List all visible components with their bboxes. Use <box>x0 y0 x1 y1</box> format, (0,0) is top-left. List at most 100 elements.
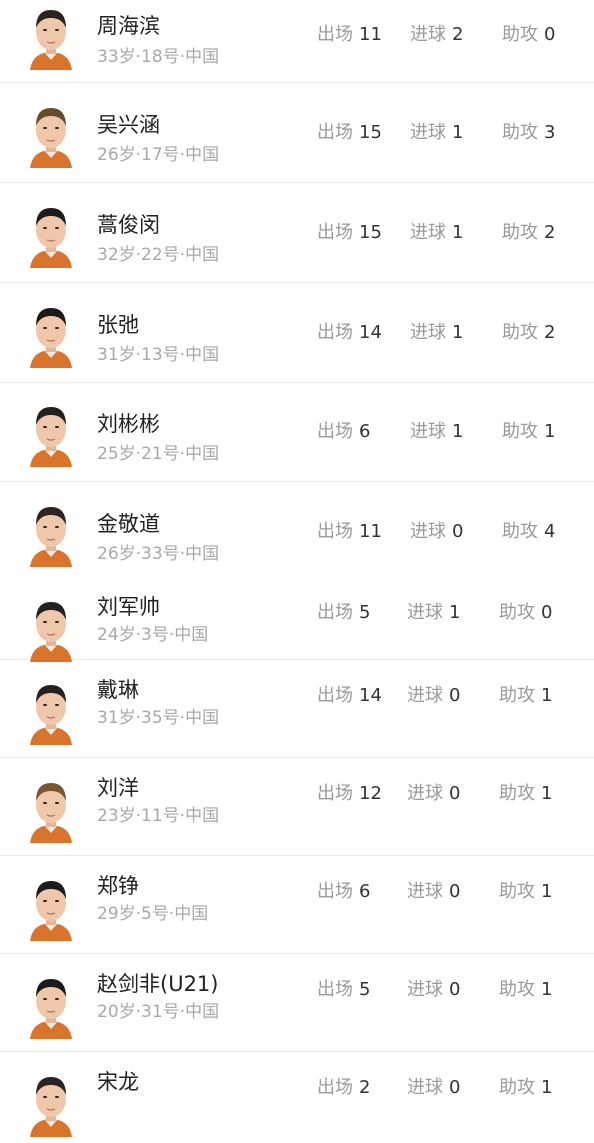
stat-value: 1 <box>452 421 464 442</box>
stat-value: 3 <box>544 122 556 143</box>
appearances-stat: 出场 14 <box>317 681 382 707</box>
stat-label: 出场 <box>317 783 353 804</box>
player-row[interactable]: 宋龙 出场 2 进球 0 助攻 1 <box>0 1053 594 1143</box>
player-avatar <box>26 497 76 567</box>
stat-value: 12 <box>359 783 382 804</box>
stat-value: 5 <box>359 602 371 623</box>
player-meta: 20岁·31号·中国 <box>97 1002 220 1022</box>
stat-label: 出场 <box>317 1077 353 1098</box>
assists-stat: 助攻 1 <box>499 681 552 707</box>
assists-stat: 助攻 1 <box>502 417 555 443</box>
player-name: 郑铮 <box>97 874 139 898</box>
player-avatar <box>26 773 76 843</box>
stat-value: 1 <box>452 322 464 343</box>
player-row[interactable]: 刘军帅 24岁·3号·中国 出场 5 进球 1 助攻 0 <box>0 578 594 662</box>
player-row[interactable]: 刘彬彬 25岁·21号·中国 出场 6 进球 1 助攻 1 <box>0 383 594 482</box>
player-row[interactable]: 戴琳 31岁·35号·中国 出场 14 进球 0 助攻 1 <box>0 661 594 758</box>
stat-label: 助攻 <box>499 881 535 902</box>
stat-value: 1 <box>541 881 553 902</box>
player-name: 周海滨 <box>97 14 160 38</box>
assists-stat: 助攻 1 <box>499 1073 552 1099</box>
stat-label: 出场 <box>317 222 353 243</box>
player-meta: 31岁·13号·中国 <box>97 345 220 365</box>
stat-value: 0 <box>449 1077 461 1098</box>
stat-value: 2 <box>544 222 556 243</box>
stat-label: 进球 <box>410 222 446 243</box>
player-avatar <box>26 0 76 70</box>
assists-stat: 助攻 2 <box>502 318 555 344</box>
player-name: 宋龙 <box>97 1070 139 1094</box>
player-meta: 32岁·22号·中国 <box>97 245 220 265</box>
player-name: 刘军帅 <box>97 595 160 619</box>
player-meta: 31岁·35号·中国 <box>97 708 220 728</box>
stat-value: 14 <box>359 322 382 343</box>
stat-value: 1 <box>541 685 553 706</box>
goals-stat: 进球 0 <box>407 1073 460 1099</box>
assists-stat: 助攻 0 <box>499 598 552 624</box>
stat-label: 出场 <box>317 421 353 442</box>
player-row[interactable]: 刘洋 23岁·11号·中国 出场 12 进球 0 助攻 1 <box>0 759 594 856</box>
appearances-stat: 出场 11 <box>317 517 382 543</box>
stat-value: 1 <box>544 421 556 442</box>
player-row[interactable]: 周海滨 33岁·18号·中国 出场 11 进球 2 助攻 0 <box>0 0 594 83</box>
player-row[interactable]: 郑铮 29岁·5号·中国 出场 6 进球 0 助攻 1 <box>0 857 594 954</box>
stat-label: 进球 <box>407 783 443 804</box>
stat-value: 0 <box>449 685 461 706</box>
player-avatar <box>26 397 76 467</box>
goals-stat: 进球 1 <box>410 417 463 443</box>
player-name: 刘彬彬 <box>97 412 160 436</box>
stat-value: 11 <box>359 24 382 45</box>
player-name: 赵剑非(U21) <box>97 972 219 996</box>
appearances-stat: 出场 6 <box>317 877 370 903</box>
stat-label: 助攻 <box>499 685 535 706</box>
player-avatar <box>26 871 76 941</box>
player-row[interactable]: 金敬道 26岁·33号·中国 出场 11 进球 0 助攻 4 <box>0 483 594 577</box>
goals-stat: 进球 1 <box>407 598 460 624</box>
stat-value: 0 <box>449 783 461 804</box>
goals-stat: 进球 2 <box>410 20 463 46</box>
stat-value: 0 <box>544 24 556 45</box>
player-meta: 29岁·5号·中国 <box>97 904 209 924</box>
stat-label: 出场 <box>317 24 353 45</box>
stat-value: 4 <box>544 521 556 542</box>
stat-label: 进球 <box>407 881 443 902</box>
stat-value: 1 <box>541 979 553 1000</box>
stat-label: 出场 <box>317 521 353 542</box>
stat-label: 助攻 <box>502 24 538 45</box>
stat-value: 2 <box>544 322 556 343</box>
stat-label: 助攻 <box>502 322 538 343</box>
player-meta: 24岁·3号·中国 <box>97 625 209 645</box>
stat-label: 助攻 <box>499 783 535 804</box>
assists-stat: 助攻 1 <box>499 877 552 903</box>
stat-value: 6 <box>359 881 371 902</box>
player-avatar <box>26 1067 76 1137</box>
goals-stat: 进球 0 <box>410 517 463 543</box>
stat-value: 1 <box>452 222 464 243</box>
stat-label: 进球 <box>407 1077 443 1098</box>
player-row[interactable]: 蒿俊闵 32岁·22号·中国 出场 15 进球 1 助攻 2 <box>0 184 594 283</box>
assists-stat: 助攻 3 <box>502 118 555 144</box>
stat-label: 进球 <box>407 979 443 1000</box>
player-avatar <box>26 592 76 662</box>
appearances-stat: 出场 15 <box>317 118 382 144</box>
stat-value: 1 <box>541 783 553 804</box>
stat-label: 助攻 <box>499 602 535 623</box>
appearances-stat: 出场 11 <box>317 20 382 46</box>
player-row[interactable]: 吴兴涵 26岁·17号·中国 出场 15 进球 1 助攻 3 <box>0 84 594 183</box>
assists-stat: 助攻 1 <box>499 779 552 805</box>
stat-value: 1 <box>541 1077 553 1098</box>
player-meta: 23岁·11号·中国 <box>97 806 220 826</box>
player-name: 蒿俊闵 <box>97 213 160 237</box>
stat-value: 0 <box>452 521 464 542</box>
assists-stat: 助攻 2 <box>502 218 555 244</box>
stat-label: 进球 <box>410 421 446 442</box>
goals-stat: 进球 0 <box>407 681 460 707</box>
stat-label: 进球 <box>407 685 443 706</box>
stat-value: 15 <box>359 222 382 243</box>
stat-label: 出场 <box>317 602 353 623</box>
goals-stat: 进球 0 <box>407 877 460 903</box>
player-row[interactable]: 赵剑非(U21) 20岁·31号·中国 出场 5 进球 0 助攻 1 <box>0 955 594 1052</box>
player-row[interactable]: 张弛 31岁·13号·中国 出场 14 进球 1 助攻 2 <box>0 284 594 383</box>
stat-label: 出场 <box>317 881 353 902</box>
stat-label: 进球 <box>407 602 443 623</box>
